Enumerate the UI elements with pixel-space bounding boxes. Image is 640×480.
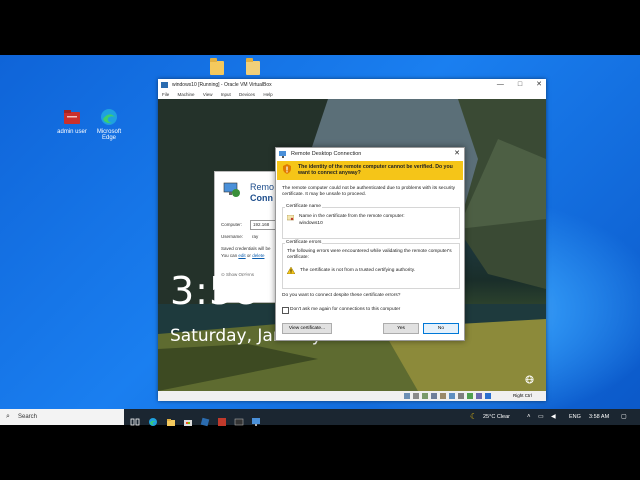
search-placeholder: Search: [18, 414, 38, 420]
or-text: or: [246, 253, 251, 258]
optical-drive-icon[interactable]: [413, 393, 419, 399]
desktop-icon-label: Microsoft Edge: [96, 129, 122, 141]
rdc-icon: [279, 151, 286, 158]
desktop-icon-admin-user[interactable]: admin user: [52, 107, 92, 135]
menu-view[interactable]: View: [203, 92, 213, 97]
display-icon[interactable]: [458, 393, 464, 399]
letterbox-top: [0, 0, 640, 55]
weather-text[interactable]: 25°C Clear: [483, 409, 510, 425]
search-icon: ⌕: [6, 413, 10, 420]
cert-name-value: windows10: [299, 221, 323, 226]
warning-triangle-icon: [287, 267, 295, 274]
menu-file[interactable]: File: [162, 92, 169, 97]
host-key-label: Right Ctrl: [513, 393, 532, 398]
rdc-title-line2: Conn: [250, 193, 273, 203]
certificate-icon: [287, 215, 294, 221]
cert-errors-text: The following errors were encountered wh…: [287, 249, 452, 260]
no-button[interactable]: No: [423, 323, 459, 334]
menu-help[interactable]: Help: [263, 92, 272, 97]
maximize-icon[interactable]: □: [518, 81, 536, 88]
folder-icon[interactable]: [210, 58, 224, 75]
username-value: ray: [252, 234, 259, 239]
edge-icon: [99, 107, 119, 127]
chevron-up-icon[interactable]: ˄: [527, 409, 531, 425]
virtualbox-taskbar-icon[interactable]: [200, 412, 210, 427]
cert-error-item: The certificate is not from a trusted ce…: [300, 268, 416, 273]
minimize-icon[interactable]: —: [497, 81, 518, 88]
lock-screen-time: 3:58: [170, 269, 260, 313]
saved-credentials-text: Saved credentials will be: [221, 246, 271, 251]
close-icon[interactable]: ✕: [454, 148, 460, 160]
notification-icon[interactable]: ▢: [621, 409, 627, 425]
edit-prefix: You can: [221, 253, 238, 258]
view-certificate-button[interactable]: View certificate...: [282, 323, 332, 334]
terminal-icon[interactable]: [234, 412, 244, 426]
shield-warning-icon: [283, 164, 291, 174]
language-indicator[interactable]: ENG: [569, 409, 581, 425]
shared-folder-icon[interactable]: [449, 393, 455, 399]
letterbox-bottom: [0, 425, 640, 480]
dialog-titlebar[interactable]: Remote Desktop Connection ✕: [276, 148, 464, 160]
dialog-description: The remote computer could not be authent…: [282, 186, 456, 197]
edit-link[interactable]: edit: [238, 253, 245, 258]
host-key-icon: [485, 393, 491, 399]
dont-ask-checkbox[interactable]: [282, 307, 289, 314]
username-label: Username:: [221, 234, 244, 239]
cert-name-line1: Name in the certificate from the remote …: [299, 214, 405, 219]
rdc-taskbar-icon[interactable]: [251, 412, 261, 426]
volume-icon[interactable]: ◀: [551, 409, 556, 425]
warning-banner: The identity of the remote computer cann…: [277, 161, 463, 180]
vbox-title-text: windows10 [Running] - Oracle VM VirtualB…: [172, 82, 272, 88]
edit-delete-line: You can edit or delete: [221, 253, 264, 258]
recording-icon[interactable]: [467, 393, 473, 399]
rdc-title-line1: Remo: [250, 182, 275, 192]
vbox-status-icons: [404, 393, 514, 399]
edge-taskbar-icon[interactable]: [148, 412, 158, 426]
vbox-statusbar: Right Ctrl: [158, 391, 546, 401]
virtualbox-icon: [161, 82, 168, 88]
close-icon[interactable]: ✕: [536, 81, 542, 88]
store-icon[interactable]: [183, 412, 193, 426]
usb-icon[interactable]: [440, 393, 446, 399]
network-icon[interactable]: [431, 393, 437, 399]
delete-link[interactable]: delete: [252, 253, 264, 258]
rdc-certificate-dialog: Remote Desktop Connection ✕ The identity…: [275, 147, 465, 341]
network-tray-icon[interactable]: ▭: [538, 409, 544, 425]
weather-moon-icon[interactable]: ☾: [470, 409, 477, 425]
window-controls[interactable]: —□✕: [497, 79, 542, 91]
taskbar-clock[interactable]: 3:58 AM: [589, 409, 609, 425]
app-icon[interactable]: [217, 412, 227, 426]
menu-input[interactable]: Input: [221, 92, 231, 97]
certificate-errors-label: Certificate errors: [285, 240, 323, 245]
warning-heading: The identity of the remote computer cann…: [298, 164, 453, 176]
taskbar: ⌕ Search ☾ 25°C Clear ˄ ▭ ◀ ENG 3:58 AM …: [0, 409, 640, 427]
dont-ask-label: Don't ask me again for connections to th…: [290, 307, 401, 312]
certificate-name-label: Certificate name: [285, 204, 322, 209]
monitor-icon: [223, 182, 240, 197]
desktop-icon-edge[interactable]: Microsoft Edge: [89, 107, 129, 141]
harddisk-icon[interactable]: [404, 393, 410, 399]
cpu-icon[interactable]: [476, 393, 482, 399]
desktop: admin user Microsoft Edge windows10 [Run…: [0, 55, 640, 425]
desktop-icon-label: admin user: [57, 129, 87, 135]
network-globe-icon[interactable]: [525, 375, 534, 384]
taskbar-search[interactable]: ⌕ Search: [0, 409, 124, 425]
yes-button[interactable]: Yes: [383, 323, 419, 334]
task-view-icon[interactable]: [130, 412, 140, 426]
computer-label: Computer:: [221, 222, 243, 227]
vbox-menubar: File Machine View Input Devices Help: [158, 91, 546, 99]
file-explorer-icon[interactable]: [166, 412, 176, 426]
menu-devices[interactable]: Devices: [239, 92, 255, 97]
audio-icon[interactable]: [422, 393, 428, 399]
menu-machine[interactable]: Machine: [178, 92, 195, 97]
connect-question: Do you want to connect despite these cer…: [282, 293, 401, 298]
user-folder-icon: [62, 107, 82, 127]
dialog-title: Remote Desktop Connection: [291, 151, 362, 157]
vbox-titlebar[interactable]: windows10 [Running] - Oracle VM VirtualB…: [158, 79, 546, 91]
folder-icon[interactable]: [246, 58, 260, 75]
